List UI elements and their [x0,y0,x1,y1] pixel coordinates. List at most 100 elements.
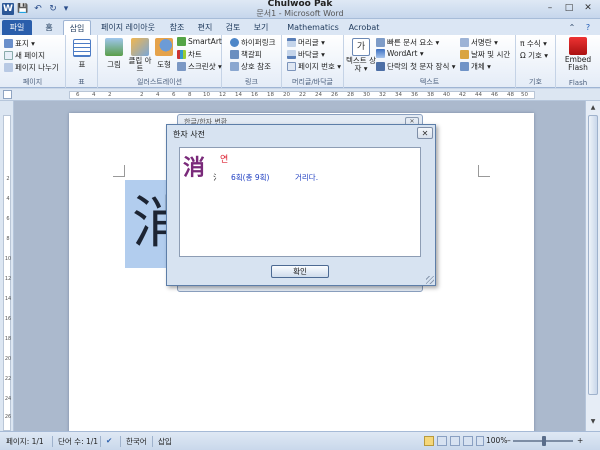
divider [100,436,101,447]
blank-page-button[interactable]: 새 페이지 [4,50,45,61]
word-count[interactable]: 단어 수: 1/1 [58,436,98,447]
group-label: 일러스트레이션 [136,78,183,86]
picture-icon[interactable] [105,38,123,56]
draft-view-icon[interactable] [476,436,484,446]
header-button[interactable]: 머리글 ▾ [287,37,325,48]
zoom-level[interactable]: 100% [486,436,507,445]
drop-cap-icon [376,62,385,71]
title-bar: W 💾 ↶ ↻ ▾ Chulwoo Pak 문서1 - Microsoft Wo… [0,0,600,19]
dialog-title: 한자 사전 [173,130,205,139]
text-box-button-label[interactable]: 텍스트 상자 ▾ [344,57,378,73]
language-indicator[interactable]: 한국어 [126,436,147,447]
ribbon: 표지 ▾ 새 페이지 페이지 나누기 페이지 표 표 그림 클립 아트 도형 S… [0,35,600,88]
horizontal-ruler[interactable]: 6 4 2 2 4 6 8 10 12 14 16 18 20 22 24 26… [0,89,600,101]
shapes-icon[interactable] [155,38,173,56]
clip-art-icon[interactable] [131,38,149,56]
date-time-button[interactable]: 날짜 및 시간 [460,49,510,60]
scrollbar-thumb[interactable] [588,115,598,395]
ok-button[interactable]: 확인 [271,265,329,278]
hyperlink-icon [230,38,239,47]
scroll-up-icon[interactable]: ▲ [588,103,598,113]
header-icon [287,38,296,47]
hyperlink-button[interactable]: 하이퍼링크 [230,37,276,48]
tab-acrobat[interactable]: Acrobat [344,20,384,35]
print-layout-view-icon[interactable] [424,436,434,446]
ribbon-collapse-icon[interactable]: ⌃ [566,20,578,35]
insert-mode-indicator[interactable]: 삽입 [158,436,172,447]
screenshot-button[interactable]: 스크린샷 ▾ [177,61,222,72]
tab-mathematics[interactable]: Mathematics [282,20,344,35]
outline-view-icon[interactable] [463,436,473,446]
vertical-ruler[interactable]: 2 4 6 8 10 12 14 16 18 20 22 24 26 [0,101,14,431]
hanja-character: 消 [183,155,206,181]
page-break-button[interactable]: 페이지 나누기 [4,62,59,73]
quick-parts-button[interactable]: 빠른 문서 요소 ▾ [376,37,439,48]
close-button[interactable]: ✕ [580,2,596,15]
group-label: 표 [78,78,85,86]
web-layout-view-icon[interactable] [450,436,460,446]
tab-view[interactable]: 보기 [248,20,274,35]
group-label: 텍스트 [419,78,440,86]
picture-button-label[interactable]: 그림 [100,59,128,70]
cover-page-button[interactable]: 표지 ▾ [4,38,35,49]
tab-page-layout[interactable]: 페이지 레이아웃 [93,20,163,35]
cross-reference-button[interactable]: 상호 참조 [230,61,271,72]
group-pages: 표지 ▾ 새 페이지 페이지 나누기 페이지 [0,35,66,88]
hanja-radical: 氵 [213,173,221,182]
zoom-slider-thumb[interactable] [542,436,546,446]
bookmark-button[interactable]: 책갈피 [230,49,262,60]
tab-references[interactable]: 참조 [164,20,190,35]
embed-flash-button-label[interactable]: Embed Flash [556,56,600,72]
help-icon[interactable]: ? [582,20,594,35]
scroll-down-icon[interactable]: ▼ [588,417,598,427]
group-flash: Embed Flash Flash [556,35,600,88]
zoom-in-button[interactable]: + [577,436,583,445]
drop-cap-button[interactable]: 단락의 첫 문자 장식 ▾ [376,61,456,72]
wordart-button[interactable]: WordArt ▾ [376,49,424,58]
dialog-close-button[interactable]: ✕ [417,127,433,139]
hanja-meaning: 거리다. [295,173,319,182]
tab-home[interactable]: 홈 [36,20,62,35]
smartart-button[interactable]: SmartArt [177,37,222,46]
hanja-reading: 연 [220,155,229,165]
page-number-icon [287,62,296,71]
full-screen-reading-view-icon[interactable] [437,436,447,446]
footer-button[interactable]: 바닥글 ▾ [287,49,325,60]
clip-art-button-label[interactable]: 클립 아트 [126,57,154,73]
zoom-out-button[interactable]: – [507,436,511,445]
proofing-icon[interactable]: ✔ [106,436,112,445]
text-box-icon[interactable]: 가 [352,38,370,56]
shapes-button-label[interactable]: 도형 [152,59,176,70]
chart-button[interactable]: 차트 [177,49,202,60]
footer-icon [287,50,296,59]
hanja-dictionary-dialog: 한자 사전 ✕ 消 연 氵 6획(총 9획) 거리다. 확인 [166,124,436,286]
signature-line-button[interactable]: 서명란 ▾ [460,37,498,48]
tab-review[interactable]: 검토 [220,20,246,35]
tab-insert[interactable]: 삽입 [63,20,91,35]
equation-button[interactable]: π 수식 ▾ [520,38,547,49]
tab-file[interactable]: 파일 [2,20,32,35]
group-label: 머리글/바닥글 [292,78,333,86]
maximize-button[interactable]: □ [561,2,577,15]
object-button[interactable]: 개체 ▾ [460,61,491,72]
quick-parts-icon [376,38,385,47]
hanja-stroke-count: 6획(총 9획) [231,173,270,182]
tab-selector-icon[interactable] [3,90,12,99]
group-links: 하이퍼링크 책갈피 상호 참조 링크 [222,35,282,88]
date-time-icon [460,50,469,59]
page-break-icon [4,63,13,72]
group-label: 기호 [529,78,542,86]
resize-grip-icon[interactable] [426,276,434,284]
page-count[interactable]: 페이지: 1/1 [6,436,44,447]
minimize-button[interactable]: – [542,2,558,15]
group-table: 표 표 [66,35,98,88]
symbol-button[interactable]: Ω 기호 ▾ [520,50,548,61]
group-label: 링크 [245,78,258,86]
group-label: 페이지 [22,78,43,86]
tab-mailings[interactable]: 편지 [192,20,218,35]
table-button-label[interactable]: 표 [66,59,98,70]
table-icon[interactable] [73,39,91,57]
flash-icon[interactable] [569,37,587,55]
vertical-scrollbar[interactable]: ▲ ▼ [585,101,600,431]
page-number-button[interactable]: 페이지 번호 ▾ [287,61,341,72]
